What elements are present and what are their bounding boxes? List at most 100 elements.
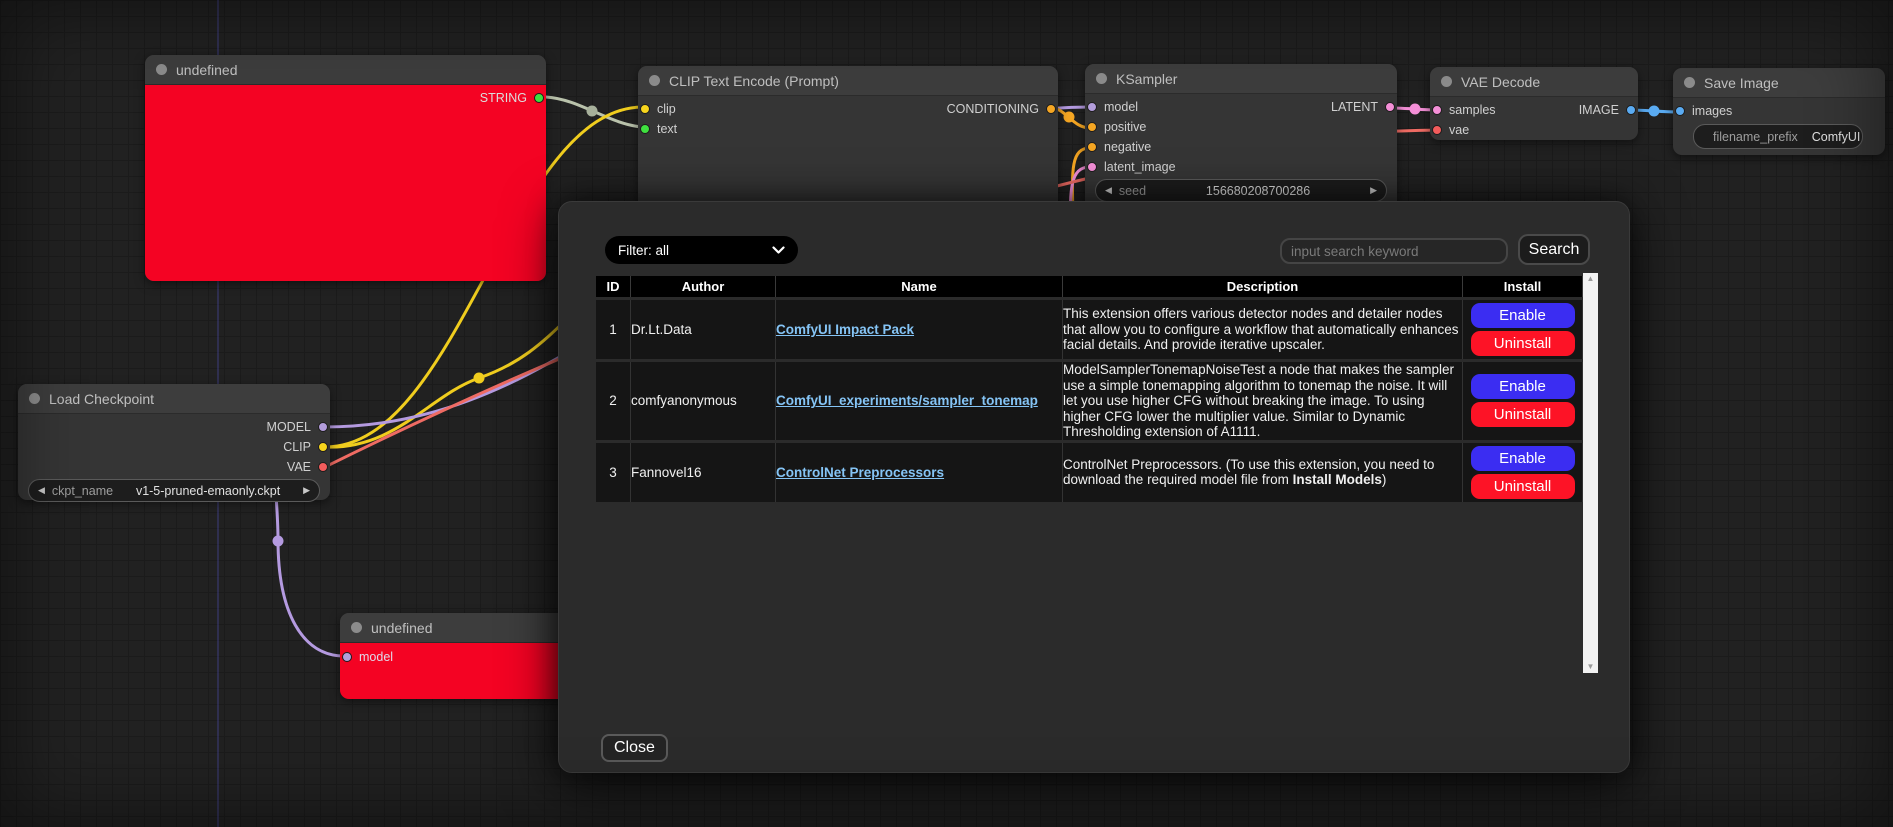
widget-value: 156680208700286 bbox=[1206, 184, 1310, 198]
input-slot-dot[interactable] bbox=[1087, 102, 1097, 112]
output-slot-dot[interactable] bbox=[1626, 105, 1636, 115]
node-collapse-dot-icon[interactable] bbox=[1441, 76, 1452, 87]
install-cell: Enable Uninstall bbox=[1463, 362, 1583, 440]
filter-dropdown[interactable]: Filter: all bbox=[605, 236, 798, 264]
node-undefined-bottom[interactable]: undefined model bbox=[340, 613, 580, 698]
decrement-arrow-icon[interactable]: ◀ bbox=[38, 480, 45, 501]
widget-value: v1-5-pruned-emaonly.ckpt bbox=[136, 484, 280, 498]
node-vae-decode[interactable]: VAE Decode samples IMAGE vae bbox=[1430, 67, 1638, 140]
node-load-checkpoint[interactable]: Load Checkpoint MODEL CLIP VAE ◀ ckpt_na… bbox=[18, 384, 330, 500]
description-text: This extension offers various detector n… bbox=[1063, 306, 1458, 352]
node-collapse-dot-icon[interactable] bbox=[649, 75, 660, 86]
wire-midpoint-dot bbox=[1649, 106, 1660, 117]
wire-midpoint-dot bbox=[273, 536, 284, 547]
input-slot-label: latent_image bbox=[1104, 160, 1176, 174]
description-text: ) bbox=[1382, 472, 1387, 487]
uninstall-button[interactable]: Uninstall bbox=[1471, 474, 1575, 499]
decrement-arrow-icon[interactable]: ◀ bbox=[1105, 180, 1112, 201]
output-slot-dot[interactable] bbox=[318, 462, 328, 472]
extension-description: ControlNet Preprocessors. (To use this e… bbox=[1063, 443, 1463, 502]
enable-button[interactable]: Enable bbox=[1471, 303, 1575, 328]
extension-description: ModelSamplerTonemapNoiseTest a node that… bbox=[1063, 362, 1463, 440]
output-slot-dot[interactable] bbox=[1385, 102, 1395, 112]
widget-value: ComfyUI bbox=[1812, 130, 1861, 144]
input-slot-label: vae bbox=[1449, 123, 1469, 137]
column-header: ID bbox=[596, 276, 631, 297]
input-slot-dot[interactable] bbox=[342, 652, 352, 662]
search-input[interactable] bbox=[1280, 238, 1508, 264]
filter-dropdown-label: Filter: all bbox=[618, 243, 669, 258]
extension-link[interactable]: ComfyUI_experiments/sampler_tonemap bbox=[776, 393, 1038, 408]
extension-id: 2 bbox=[596, 362, 631, 440]
node-collapse-dot-icon[interactable] bbox=[1684, 77, 1695, 88]
output-slot-dot[interactable] bbox=[1046, 104, 1056, 114]
increment-arrow-icon[interactable]: ▶ bbox=[1370, 180, 1377, 201]
output-slot-label: LATENT bbox=[1331, 100, 1378, 114]
filename-prefix-widget[interactable]: filename_prefix ComfyUI bbox=[1693, 124, 1863, 149]
output-slot-dot[interactable] bbox=[318, 442, 328, 452]
extension-link[interactable]: ComfyUI Impact Pack bbox=[776, 322, 914, 337]
widget-label: ckpt_name bbox=[52, 484, 113, 498]
node-collapse-dot-icon[interactable] bbox=[29, 393, 40, 404]
input-slot-dot[interactable] bbox=[640, 124, 650, 134]
input-slot-dot[interactable] bbox=[640, 104, 650, 114]
node-body: samples IMAGE vae bbox=[1430, 97, 1638, 140]
input-slot-dot[interactable] bbox=[1087, 122, 1097, 132]
node-undefined-top[interactable]: undefined STRING bbox=[145, 55, 546, 281]
extensions-table-wrap: IDAuthorNameDescriptionInstall 1Dr.Lt.Da… bbox=[596, 273, 1598, 673]
description-text: ModelSamplerTonemapNoiseTest a node that… bbox=[1063, 362, 1454, 439]
extension-author: comfyanonymous bbox=[631, 362, 776, 440]
output-slot-dot[interactable] bbox=[534, 93, 544, 103]
output-slot-label: CONDITIONING bbox=[947, 102, 1039, 116]
node-collapse-dot-icon[interactable] bbox=[351, 622, 362, 633]
description-bold-text: Install Models bbox=[1293, 472, 1382, 487]
node-title: undefined bbox=[371, 620, 433, 636]
extension-link[interactable]: ControlNet Preprocessors bbox=[776, 465, 944, 480]
input-slot-dot[interactable] bbox=[1087, 162, 1097, 172]
close-button[interactable]: Close bbox=[601, 734, 668, 762]
output-slot-label: IMAGE bbox=[1579, 103, 1619, 117]
column-header: Name bbox=[776, 276, 1063, 297]
search-button[interactable]: Search bbox=[1518, 234, 1590, 265]
table-row: 3Fannovel16ControlNet PreprocessorsContr… bbox=[596, 443, 1583, 502]
scroll-down-icon[interactable]: ▼ bbox=[1587, 661, 1595, 673]
node-title-bar: Save Image bbox=[1673, 68, 1885, 98]
scroll-up-icon[interactable]: ▲ bbox=[1587, 273, 1595, 285]
extension-author: Dr.Lt.Data bbox=[631, 300, 776, 359]
output-slot-label: STRING bbox=[480, 91, 527, 105]
node-title: undefined bbox=[176, 62, 238, 78]
ckpt-name-widget[interactable]: ◀ ckpt_name v1-5-pruned-emaonly.ckpt ▶ bbox=[28, 479, 320, 502]
table-row: 2comfyanonymousComfyUI_experiments/sampl… bbox=[596, 362, 1583, 440]
increment-arrow-icon[interactable]: ▶ bbox=[303, 480, 310, 501]
wire-midpoint-dot bbox=[1410, 104, 1421, 115]
input-slot-label: model bbox=[1104, 100, 1138, 114]
input-slot-dot[interactable] bbox=[1432, 125, 1442, 135]
input-slot-dot[interactable] bbox=[1087, 142, 1097, 152]
install-cell: Enable Uninstall bbox=[1463, 443, 1583, 502]
column-header: Install bbox=[1463, 276, 1583, 297]
node-title: VAE Decode bbox=[1461, 74, 1540, 90]
comfyui-canvas[interactable]: { "nodes": { "undefinedTop": { "title": … bbox=[0, 0, 1893, 827]
table-scrollbar[interactable]: ▲ ▼ bbox=[1583, 273, 1598, 673]
wire-midpoint-dot bbox=[587, 106, 598, 117]
enable-button[interactable]: Enable bbox=[1471, 446, 1575, 471]
extension-id: 3 bbox=[596, 443, 631, 502]
extensions-table: IDAuthorNameDescriptionInstall 1Dr.Lt.Da… bbox=[596, 273, 1583, 505]
node-title: Load Checkpoint bbox=[49, 391, 154, 407]
column-header: Author bbox=[631, 276, 776, 297]
seed-widget[interactable]: ◀ seed 156680208700286 ▶ bbox=[1095, 179, 1387, 202]
uninstall-button[interactable]: Uninstall bbox=[1471, 402, 1575, 427]
column-header: Description bbox=[1063, 276, 1463, 297]
input-slot-dot[interactable] bbox=[1432, 105, 1442, 115]
node-collapse-dot-icon[interactable] bbox=[156, 64, 167, 75]
uninstall-button[interactable]: Uninstall bbox=[1471, 331, 1575, 356]
input-slot-dot[interactable] bbox=[1675, 106, 1685, 116]
enable-button[interactable]: Enable bbox=[1471, 374, 1575, 399]
extension-id: 1 bbox=[596, 300, 631, 359]
node-save-image[interactable]: Save Image images filename_prefix ComfyU… bbox=[1673, 68, 1885, 155]
output-slot-label: VAE bbox=[287, 460, 311, 474]
node-title-bar: VAE Decode bbox=[1430, 67, 1638, 97]
node-collapse-dot-icon[interactable] bbox=[1096, 73, 1107, 84]
output-slot-dot[interactable] bbox=[318, 422, 328, 432]
node-title-bar: undefined bbox=[340, 613, 580, 643]
